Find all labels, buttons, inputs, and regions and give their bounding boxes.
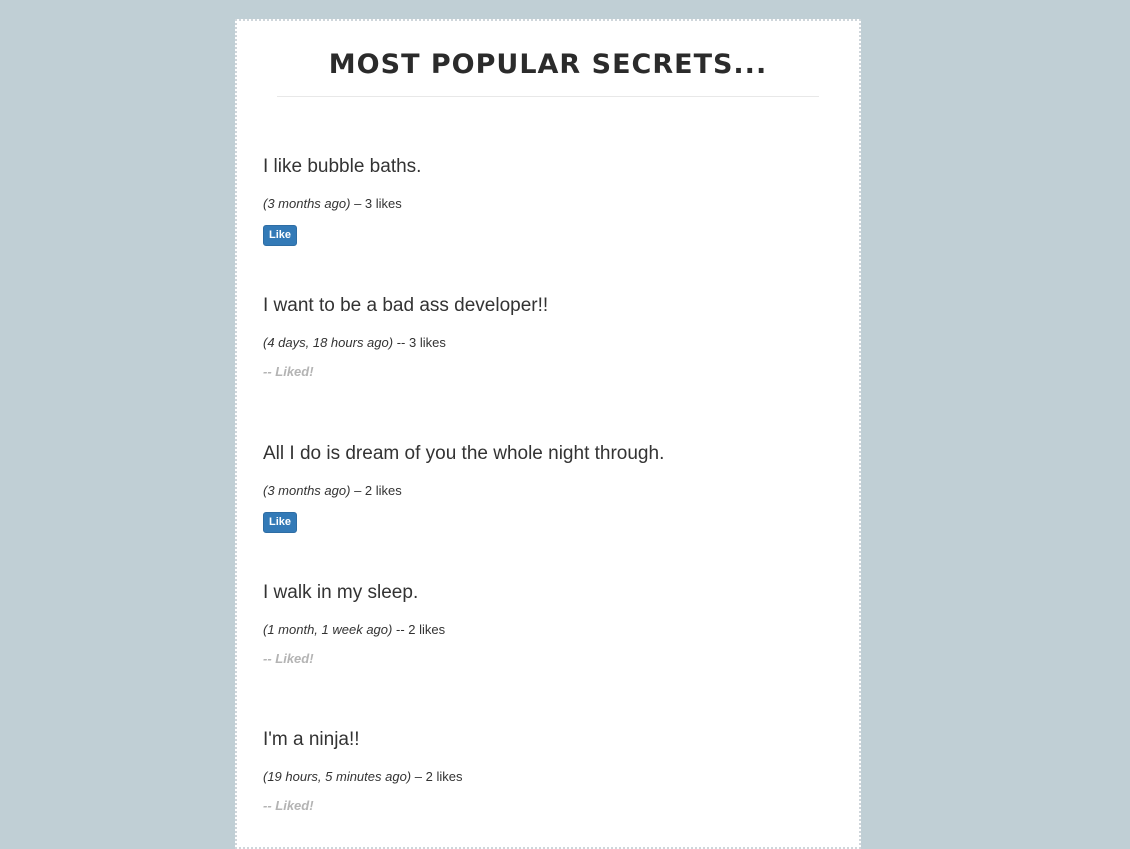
secret-age: (3 months ago) [263, 196, 351, 211]
secret-likes: – 2 likes [414, 769, 463, 784]
liked-status: -- Liked! [263, 651, 314, 666]
secrets-panel: MOST POPULAR SECRETS... I like bubble ba… [235, 19, 861, 849]
secret-likes: – 3 likes [354, 196, 402, 211]
secret-age: (19 hours, 5 minutes ago) [263, 769, 412, 784]
secret-item: I like bubble baths. (3 months ago) – 3 … [263, 155, 421, 246]
secret-item: I walk in my sleep. (1 month, 1 week ago… [263, 581, 445, 667]
secret-meta: (3 months ago) – 3 likes [263, 196, 421, 212]
secret-meta: (4 days, 18 hours ago) -- 3 likes [263, 335, 548, 351]
secret-meta: (1 month, 1 week ago) -- 2 likes [263, 622, 445, 638]
secret-item: All I do is dream of you the whole night… [263, 442, 664, 533]
like-button[interactable]: Like [263, 512, 298, 533]
secret-item: I want to be a bad ass developer!! (4 da… [263, 294, 548, 380]
secret-likes: -- 2 likes [395, 622, 446, 637]
secret-meta: (19 hours, 5 minutes ago) – 2 likes [263, 769, 462, 785]
secret-text: I walk in my sleep. [263, 582, 419, 603]
secret-likes: – 2 likes [354, 483, 402, 498]
secret-text: I want to be a bad ass developer!! [263, 295, 549, 316]
liked-status: -- Liked! [263, 364, 314, 379]
title-divider [277, 96, 819, 97]
page-title: MOST POPULAR SECRETS... [328, 49, 768, 80]
secret-text: All I do is dream of you the whole night… [263, 443, 665, 464]
secret-meta: (3 months ago) – 2 likes [263, 483, 664, 499]
like-button[interactable]: Like [263, 225, 298, 246]
secret-age: (4 days, 18 hours ago) [263, 335, 394, 350]
secret-age: (1 month, 1 week ago) [263, 622, 393, 637]
liked-status: -- Liked! [263, 798, 314, 813]
secret-age: (3 months ago) [263, 483, 351, 498]
secret-item: I'm a ninja!! (19 hours, 5 minutes ago) … [263, 728, 462, 814]
secret-text: I like bubble baths. [263, 156, 422, 177]
secret-likes: -- 3 likes [396, 335, 446, 350]
secret-text: I'm a ninja!! [263, 729, 360, 750]
